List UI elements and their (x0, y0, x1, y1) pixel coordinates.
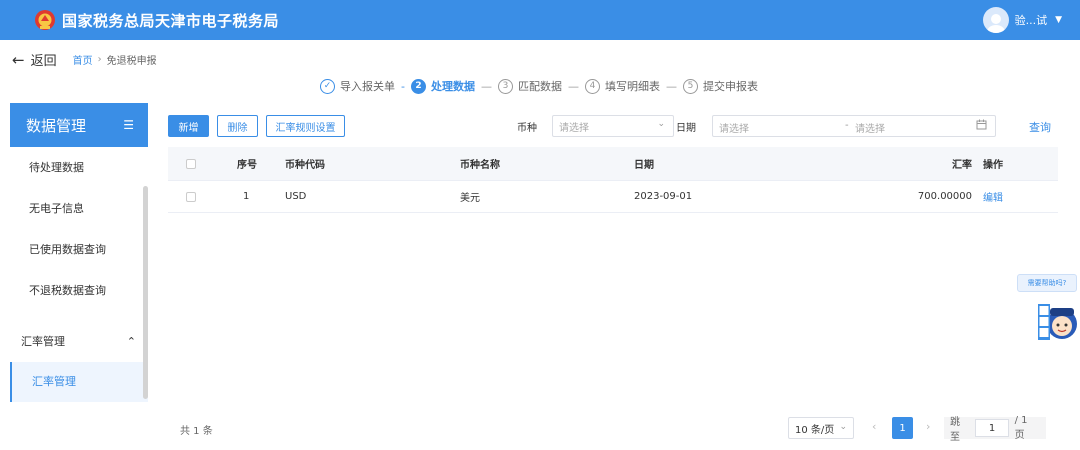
next-page-icon[interactable]: › (926, 420, 930, 433)
cell-name: 美元 (460, 193, 480, 204)
step-number: 4 (584, 78, 600, 94)
tax-emblem-logo (32, 7, 58, 33)
chevron-up-icon: ⌃ (126, 335, 136, 348)
user-name[interactable]: 验...试 (1015, 12, 1048, 28)
delete-button[interactable]: 删除 (217, 115, 258, 137)
step-label: 导入报关单 (340, 80, 395, 93)
chevron-down-icon: ⌄ (839, 422, 847, 432)
col-rate: 汇率 (952, 160, 972, 171)
total-pages: / 1 页 (1014, 415, 1028, 441)
sidebar-title: 数据管理 (26, 116, 87, 135)
sidebar-item-rate-management[interactable]: 汇率管理 (10, 362, 148, 402)
sidebar-scrollbar[interactable] (143, 186, 148, 399)
chevron-down-icon[interactable]: ▼ (1055, 15, 1062, 25)
step-check-icon: ✓ (320, 78, 335, 94)
sidebar-header: 数据管理 ☰ (10, 103, 148, 147)
row-checkbox[interactable] (186, 191, 196, 202)
col-action: 操作 (983, 160, 1003, 171)
cell-seq: 1 (243, 191, 250, 202)
cell-rate: 700.00000 (917, 191, 972, 202)
step-label: 提交申报表 (702, 80, 758, 93)
date-range-picker[interactable]: 请选择 - 请选择 (712, 115, 996, 137)
breadcrumb-home[interactable]: 首页 (73, 52, 93, 67)
date-start-input[interactable]: 请选择 (719, 120, 749, 135)
step-divider: — (567, 79, 579, 93)
edit-link[interactable]: 编辑 (983, 189, 1003, 204)
step-number: 3 (497, 78, 513, 94)
menu-collapse-icon[interactable]: ☰ (123, 118, 134, 132)
prev-page-icon[interactable]: ‹ (872, 420, 876, 433)
calendar-icon[interactable] (976, 119, 987, 133)
back-button[interactable]: ← 返回 (12, 50, 57, 70)
col-date: 日期 (634, 160, 654, 171)
add-button[interactable]: 新增 (168, 115, 209, 137)
step-label: 匹配数据 (517, 80, 562, 93)
sidebar: 数据管理 ☰ 待处理数据 无电子信息 已使用数据查询 不退税数据查询 汇率管理 … (10, 103, 148, 402)
rate-rule-button[interactable]: 汇率规则设置 (266, 115, 345, 137)
jump-input[interactable]: 1 (975, 419, 1009, 437)
help-assistant-icon[interactable] (1036, 300, 1080, 344)
breadcrumb-current: 免退税申报 (106, 56, 157, 67)
top-bar: 国家税务总局天津市电子税务局 验...试 ▼ (0, 0, 1080, 40)
step-1: ✓ 导入报关单 (320, 78, 395, 94)
sidebar-item-used-query[interactable]: 已使用数据查询 (10, 229, 148, 270)
page-size-value: 10 条/页 (795, 424, 835, 436)
page-number-current[interactable]: 1 (892, 417, 913, 439)
query-button[interactable]: 查询 (1029, 119, 1051, 135)
step-4: 4 填写明细表 (584, 78, 660, 94)
step-5: 5 提交申报表 (682, 78, 758, 94)
sidebar-item-non-refund-query[interactable]: 不退税数据查询 (10, 270, 148, 311)
toolbar: 新增 删除 汇率规则设置 币种 请选择 ⌄ 日期 请选择 - 请选择 查询 (168, 115, 1058, 137)
step-divider: - (401, 79, 405, 93)
step-divider: — (480, 79, 492, 93)
date-label: 日期 (676, 123, 696, 134)
sidebar-item-pending[interactable]: 待处理数据 (10, 147, 148, 188)
table-row[interactable]: 1 USD 美元 2023-09-01 700.00000 编辑 (168, 181, 1058, 213)
cell-date: 2023-09-01 (634, 191, 693, 202)
step-divider: — (665, 79, 677, 93)
jump-label: 跳至 (950, 417, 960, 443)
date-end-input[interactable]: 请选择 (855, 120, 885, 135)
currency-select[interactable]: 请选择 ⌄ (552, 115, 674, 137)
help-bubble[interactable]: 需要帮助吗? (1017, 274, 1077, 292)
col-seq: 序号 (237, 160, 257, 171)
total-count: 共 1 条 (180, 426, 213, 437)
step-2: 2 处理数据 (410, 78, 475, 94)
step-label: 填写明细表 (604, 80, 660, 93)
user-icon (986, 14, 1005, 33)
step-number: 5 (682, 78, 698, 94)
step-label: 处理数据 (430, 80, 475, 93)
date-separator: - (845, 120, 849, 131)
page-size-select[interactable]: 10 条/页 ⌄ (788, 417, 854, 439)
currency-label: 币种 (517, 123, 537, 134)
breadcrumb: 首页 › 免退税申报 (73, 52, 157, 67)
currency-placeholder: 请选择 (559, 122, 589, 134)
sidebar-item-no-e-info[interactable]: 无电子信息 (10, 188, 148, 229)
sidebar-group-rate[interactable]: 汇率管理 ⌃ (10, 322, 148, 362)
arrow-left-icon: ← (12, 50, 25, 69)
step-indicator: ✓ 导入报关单 - 2 处理数据 — 3 匹配数据 — 4 填写明细表 — 5 … (320, 78, 758, 94)
user-menu[interactable]: 验...试 ▼ (982, 7, 1062, 33)
table-header: 序号 币种代码 币种名称 日期 汇率 操作 (168, 147, 1058, 181)
chevron-down-icon: ⌄ (657, 119, 665, 129)
back-label: 返回 (30, 54, 57, 69)
col-code: 币种代码 (285, 160, 325, 171)
page-jump: 跳至 1 / 1 页 (944, 415, 1046, 443)
cell-code: USD (285, 191, 307, 202)
step-3: 3 匹配数据 (497, 78, 562, 94)
site-title: 国家税务总局天津市电子税务局 (62, 11, 280, 30)
avatar[interactable] (982, 7, 1009, 33)
rate-table: 序号 币种代码 币种名称 日期 汇率 操作 1 USD 美元 2023-09-0… (168, 147, 1058, 213)
col-name: 币种名称 (460, 160, 500, 171)
chevron-right-icon: › (97, 54, 102, 65)
sidebar-group-label: 汇率管理 (21, 335, 65, 348)
select-all-checkbox[interactable] (186, 158, 196, 169)
step-number: 2 (410, 78, 426, 94)
